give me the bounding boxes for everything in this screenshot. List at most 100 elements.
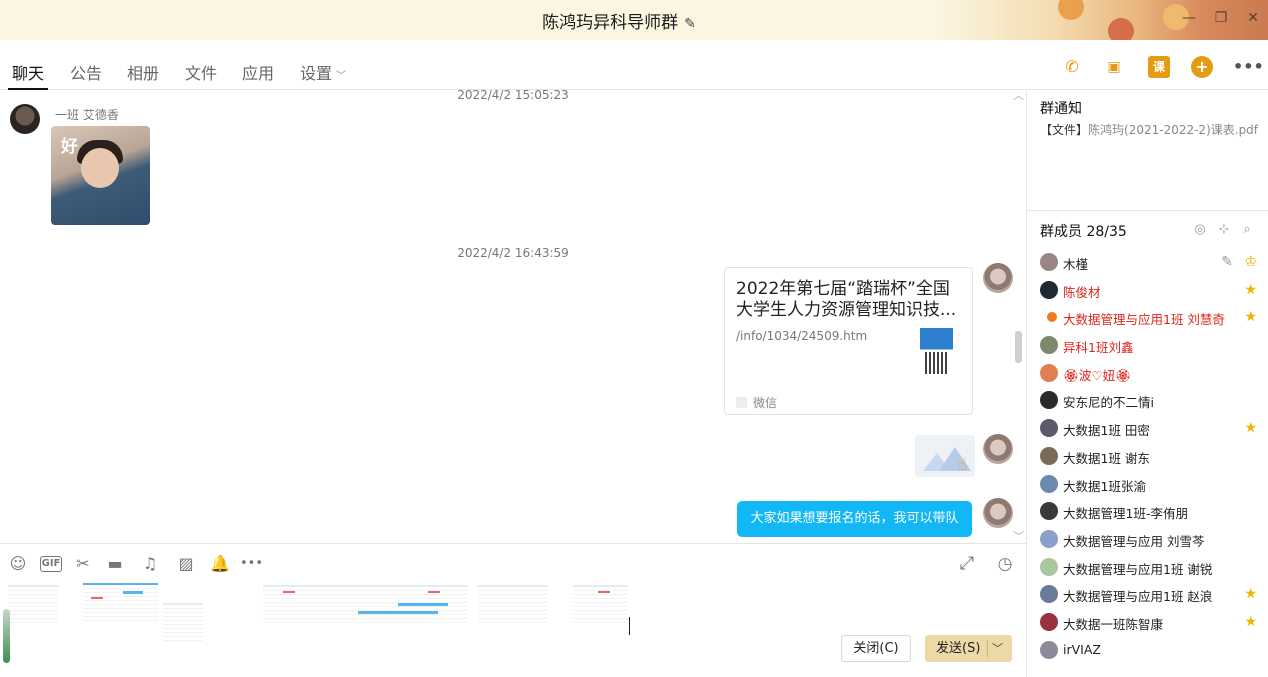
avatar[interactable] bbox=[983, 498, 1013, 528]
member-row[interactable]: 陈俊材 ★ bbox=[1027, 276, 1268, 304]
history-clock-icon[interactable]: ◷ bbox=[994, 554, 1016, 574]
text-message-bubble[interactable]: 大家如果想要报名的话，我可以带队 bbox=[737, 501, 972, 537]
message-timestamp: 2022/4/2 15:05:23 bbox=[457, 90, 569, 102]
link-card-message[interactable]: 2022年第七届“踏瑞杯”全国大学生人力资源管理知识技... /info/103… bbox=[724, 267, 973, 415]
avatar[interactable] bbox=[10, 104, 40, 134]
add-icon[interactable]: + bbox=[1191, 56, 1213, 78]
notice-body[interactable]: 【文件】陈鸿玙(2021-2022-2)课表.pdf bbox=[1040, 121, 1258, 138]
avatar[interactable] bbox=[983, 263, 1013, 293]
member-row[interactable]: 大数据管理1班-李侑朋 bbox=[1027, 497, 1268, 525]
tab-chat[interactable]: 聊天 bbox=[7, 60, 49, 90]
send-divider bbox=[987, 640, 988, 657]
avatar[interactable] bbox=[983, 434, 1013, 464]
avatar bbox=[1040, 280, 1058, 299]
window-controls: — ❐ ✕ bbox=[1182, 10, 1260, 26]
member-row[interactable]: 大数据管理与应用1班 刘慧奇 ★ bbox=[1027, 303, 1268, 331]
bell-icon[interactable]: 🔔 bbox=[209, 554, 231, 574]
expand-icon[interactable]: ﹀ bbox=[1013, 528, 1024, 543]
scissors-icon[interactable]: ✂ bbox=[72, 554, 94, 574]
send-options-icon[interactable]: ﹀ bbox=[992, 635, 1003, 662]
window-title: 陈鸿玙异科导师群 ✎ bbox=[0, 8, 1238, 33]
member-name: 🏵波♡妞🏵 bbox=[1063, 367, 1131, 383]
group-side-panel: 群通知 【文件】陈鸿玙(2021-2022-2)课表.pdf 群成员 28/35… bbox=[1026, 90, 1268, 677]
avatar bbox=[1040, 557, 1058, 576]
member-row[interactable]: 🏵波♡妞🏵 bbox=[1027, 359, 1268, 387]
image-message[interactable]: 好 bbox=[51, 126, 150, 225]
notice-title: 群通知 bbox=[1040, 101, 1082, 117]
member-row[interactable]: 大数据一班陈智康 ★ bbox=[1027, 608, 1268, 636]
close-button[interactable]: ✕ bbox=[1246, 10, 1260, 26]
notice-file-name: 陈鸿玙(2021-2022-2)课表.pdf bbox=[1088, 123, 1259, 137]
avatar bbox=[1040, 474, 1058, 493]
member-row[interactable]: 异科1班刘鑫 bbox=[1027, 331, 1268, 359]
member-row[interactable]: 安东尼的不二情i bbox=[1027, 386, 1268, 414]
tab-apps[interactable]: 应用 bbox=[242, 60, 274, 84]
star-icon: ★ bbox=[1244, 586, 1257, 603]
gif-label: GIF bbox=[41, 558, 61, 569]
scrollbar-thumb[interactable] bbox=[1015, 331, 1022, 363]
star-icon: ★ bbox=[1244, 420, 1257, 437]
class-icon-label: 课 bbox=[1152, 60, 1165, 74]
member-name: 大数据一班陈智康 bbox=[1063, 616, 1164, 632]
member-name: 木槿 bbox=[1063, 257, 1089, 272]
phone-icon[interactable]: ✆ bbox=[1061, 56, 1083, 78]
member-name: 大数据管理与应用1班 刘慧奇 bbox=[1063, 312, 1225, 328]
tab-label: 相册 bbox=[127, 64, 160, 83]
member-row[interactable]: 大数据1班 谢东 bbox=[1027, 442, 1268, 470]
member-row[interactable]: 大数据管理与应用1班 赵浪 ★ bbox=[1027, 580, 1268, 608]
minimize-button[interactable]: — bbox=[1182, 10, 1196, 26]
image-icon[interactable]: ▨ bbox=[175, 554, 197, 574]
photo-face bbox=[81, 148, 119, 188]
tab-announcement[interactable]: 公告 bbox=[70, 60, 102, 84]
members-title: 群成员 28/35 bbox=[1040, 224, 1127, 240]
edit-icon[interactable]: ✎ bbox=[1221, 254, 1233, 270]
avatar bbox=[1040, 640, 1058, 659]
screenshot-thumb bbox=[163, 603, 203, 643]
member-row[interactable]: 木槿 ✎ ♔ bbox=[1027, 248, 1268, 276]
group-name: 陈鸿玙异科导师群 bbox=[542, 13, 679, 33]
class-icon[interactable]: 课 bbox=[1148, 56, 1170, 78]
screenshot-thumb bbox=[573, 585, 628, 625]
close-chat-button[interactable]: 关闭(C) bbox=[841, 635, 911, 662]
video-icon[interactable]: ▣ bbox=[1103, 56, 1125, 78]
add-member-icon[interactable]: ⊹ bbox=[1216, 222, 1232, 238]
gif-icon[interactable]: GIF bbox=[40, 556, 62, 572]
image-placeholder[interactable]: ☝ bbox=[915, 435, 975, 477]
group-chat-icon[interactable]: ◎ bbox=[1192, 222, 1208, 238]
member-row[interactable]: 大数据1班张渝 bbox=[1027, 470, 1268, 498]
more-icon[interactable]: ••• bbox=[240, 554, 263, 574]
compose-toolbar: ☺ GIF ✂ ▬ ♫ ▨ 🔔 ••• ⤢ ◷ bbox=[0, 543, 1026, 583]
expand-icon[interactable]: ⤢ bbox=[956, 554, 978, 574]
member-name: 异科1班刘鑫 bbox=[1063, 340, 1134, 356]
member-row[interactable]: irVIAZ bbox=[1027, 636, 1268, 664]
message-input[interactable] bbox=[0, 583, 1026, 677]
search-icon[interactable]: ⌕ bbox=[1239, 222, 1255, 238]
music-icon[interactable]: ♫ bbox=[139, 554, 161, 574]
notice-prefix: 【文件】 bbox=[1040, 123, 1089, 137]
chat-message-area[interactable]: 2022/4/2 15:05:23 ︿ 一班 艾德香 好 2022/4/2 16… bbox=[0, 90, 1026, 543]
chevron-down-icon: ﹀ bbox=[336, 71, 347, 82]
restore-button[interactable]: ❐ bbox=[1214, 10, 1228, 26]
tab-files[interactable]: 文件 bbox=[185, 60, 217, 84]
more-icon[interactable]: ••• bbox=[1233, 56, 1264, 78]
member-row[interactable]: 大数据1班 田密 ★ bbox=[1027, 414, 1268, 442]
tab-settings[interactable]: 设置 ﹀ bbox=[300, 60, 346, 84]
collapse-icon[interactable]: ︿ bbox=[1013, 90, 1024, 103]
member-name: 大数据1班张渝 bbox=[1063, 478, 1146, 494]
send-button[interactable]: 发送(S) ﹀ bbox=[925, 635, 1012, 662]
member-row[interactable]: 大数据管理与应用1班 谢锐 bbox=[1027, 553, 1268, 581]
avatar bbox=[1047, 312, 1057, 323]
pointer-hand-icon: ☝ bbox=[957, 455, 968, 475]
folder-icon[interactable]: ▬ bbox=[104, 554, 126, 574]
qr-code-icon bbox=[925, 352, 948, 374]
screenshot-thumb bbox=[478, 585, 548, 625]
member-name: 大数据管理与应用 刘雪芩 bbox=[1063, 533, 1205, 549]
edit-name-icon[interactable]: ✎ bbox=[684, 16, 696, 32]
emoji-icon[interactable]: ☺ bbox=[7, 554, 29, 574]
sender-name: 一班 艾德香 bbox=[55, 108, 119, 122]
screenshot-thumb bbox=[8, 585, 58, 625]
member-row[interactable]: 大数据管理与应用 刘雪芩 bbox=[1027, 525, 1268, 553]
screenshot-thumb bbox=[83, 583, 158, 623]
tab-album[interactable]: 相册 bbox=[127, 60, 159, 84]
member-name: irVIAZ bbox=[1063, 641, 1101, 657]
